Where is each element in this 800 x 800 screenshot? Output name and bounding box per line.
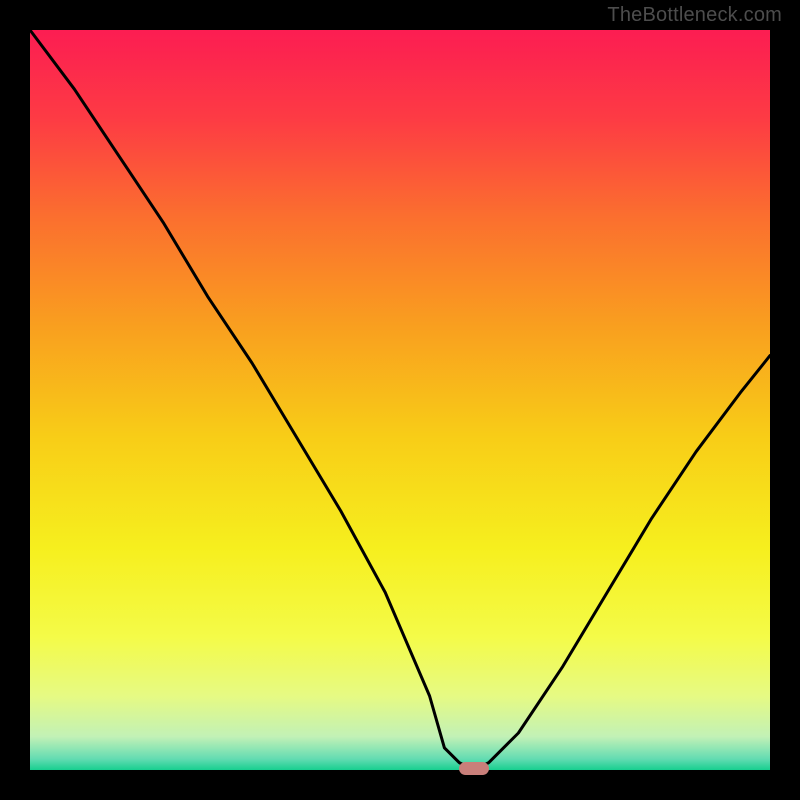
bottleneck-chart	[0, 0, 800, 800]
attribution-text: TheBottleneck.com	[607, 4, 782, 27]
chart-container: TheBottleneck.com	[0, 0, 800, 800]
